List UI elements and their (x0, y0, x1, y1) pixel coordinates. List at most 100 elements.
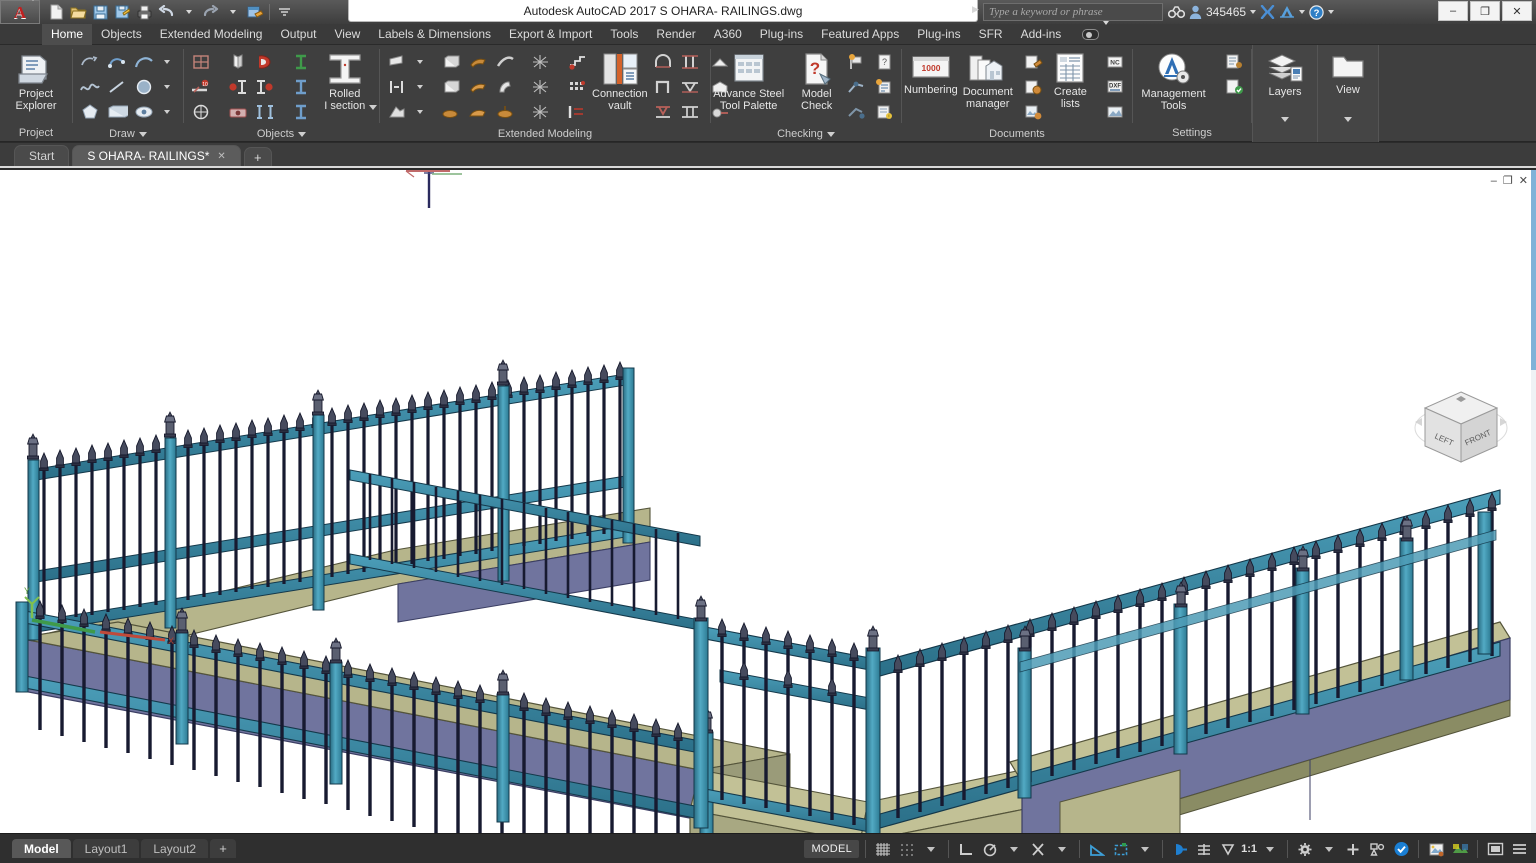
weld-icon[interactable] (252, 50, 278, 74)
column-base-icon[interactable] (677, 50, 703, 74)
panel-checking-dropdown-icon[interactable] (827, 132, 835, 137)
draw-polygon-icon[interactable] (77, 100, 103, 124)
create-lists-button[interactable]: Createlists (1048, 48, 1093, 110)
draw-ellipse-dropdown-icon[interactable] (158, 100, 175, 124)
document-manager-button[interactable]: Documentmanager (958, 48, 1018, 110)
qat-dropdown-icon[interactable] (274, 2, 295, 22)
workspace-icon[interactable] (244, 2, 265, 22)
workspace-gear-icon[interactable] (1294, 838, 1316, 860)
help-dropdown-icon[interactable] (1328, 10, 1334, 14)
ribbon-display-icon[interactable] (1082, 29, 1099, 40)
workspace-dropdown-icon[interactable] (1318, 838, 1340, 860)
drawing-canvas[interactable]: Y X LEFT FR (0, 170, 1536, 833)
undo-icon[interactable] (156, 2, 177, 22)
cylinder-plate-icon[interactable] (492, 50, 518, 74)
plate-bend-icon[interactable] (384, 100, 410, 124)
osnap-dropdown-icon[interactable] (1051, 838, 1073, 860)
audit-flag-icon[interactable] (844, 50, 870, 74)
title-expand-icon[interactable]: ▶ (972, 4, 979, 15)
cone-plate-icon[interactable] (465, 50, 491, 74)
panel-draw-dropdown-icon[interactable] (139, 132, 147, 137)
scrollbar-thumb[interactable] (1531, 170, 1536, 370)
viewport-config-icon[interactable] (1425, 838, 1447, 860)
layout-tab-layout1[interactable]: Layout1 (73, 839, 140, 858)
snap-dropdown-icon[interactable] (920, 838, 942, 860)
brace-connection-icon[interactable] (650, 100, 676, 124)
panel-view-dropdown-icon[interactable] (1344, 122, 1352, 140)
beam-green-icon[interactable] (289, 50, 315, 74)
draw-spline-icon[interactable] (104, 50, 130, 74)
warning-doc-icon[interactable]: ! (871, 100, 897, 124)
mesh-2-icon[interactable] (528, 75, 554, 99)
redo-dropdown-icon[interactable] (222, 2, 243, 22)
split-beam-icon[interactable] (252, 100, 278, 124)
application-menu-button[interactable]: A (0, 0, 40, 24)
dynamic-ucs-icon[interactable] (1110, 838, 1132, 860)
ortho-mode-icon[interactable] (955, 838, 977, 860)
ribbon-tab-extended-modeling[interactable]: Extended Modeling (151, 24, 272, 45)
help-doc-icon[interactable]: ? (871, 50, 897, 74)
settings-doc-icon[interactable] (1221, 50, 1247, 74)
lineweight-icon[interactable] (1193, 838, 1215, 860)
beam-blue-2-icon[interactable] (289, 100, 315, 124)
annotation-dropdown-icon[interactable] (1259, 838, 1281, 860)
ribbon-tab-plugins-2[interactable]: Plug-ins (908, 24, 969, 45)
visual-style-icon[interactable] (1449, 838, 1471, 860)
ribbon-tab-view[interactable]: View (325, 24, 369, 45)
autodesk-exchange-icon[interactable] (1260, 5, 1275, 19)
dxf-export-icon[interactable]: DXF (1102, 75, 1128, 99)
numbering-button[interactable]: 1000 Numbering (904, 48, 958, 96)
arch-connection-icon[interactable] (650, 50, 676, 74)
close-icon[interactable]: ✕ (217, 151, 225, 162)
ribbon-tab-export-import[interactable]: Export & Import (500, 24, 601, 45)
ribbon-tab-a360[interactable]: A360 (705, 24, 751, 45)
account-user-icon[interactable] (1189, 5, 1202, 19)
viewport-minimize-icon[interactable]: – (1491, 175, 1497, 187)
viewport-restore-icon[interactable]: ❐ (1503, 174, 1513, 187)
customization-plus-icon[interactable] (1342, 838, 1364, 860)
vertical-scrollbar[interactable] (1531, 170, 1536, 833)
box-plate-2-icon[interactable] (438, 75, 464, 99)
ribbon-tab-addins[interactable]: Add-ins (1012, 24, 1071, 45)
grid-plate-icon[interactable] (188, 50, 214, 74)
view-button[interactable]: View (1320, 48, 1376, 96)
draw-circle-icon[interactable] (131, 75, 157, 99)
file-tab-drawing[interactable]: S OHARA- RAILINGS* ✕ (72, 145, 240, 166)
ribbon-tab-plugins-1[interactable]: Plug-ins (751, 24, 812, 45)
save-as-icon[interactable] (112, 2, 133, 22)
plate-bend-dropdown-icon[interactable] (411, 100, 428, 124)
viewport-close-icon[interactable]: ✕ (1519, 174, 1528, 187)
center-of-gravity-icon[interactable] (844, 75, 870, 99)
redo-icon[interactable] (200, 2, 221, 22)
minimize-button[interactable]: – (1438, 1, 1468, 21)
management-tools-button[interactable]: ManagementTools (1135, 48, 1212, 112)
draw-line-icon[interactable] (104, 75, 130, 99)
drawing-image-icon[interactable] (1020, 100, 1046, 124)
mesh-1-icon[interactable] (528, 50, 554, 74)
plate-taper-dropdown-icon[interactable] (411, 50, 428, 74)
draw-arc-dropdown-icon[interactable] (158, 50, 175, 74)
space-toggle-button[interactable]: MODEL (804, 840, 859, 858)
a360-cloud-icon[interactable] (1279, 5, 1295, 19)
search-input[interactable]: Type a keyword or phrase (983, 3, 1163, 21)
ribbon-tab-home[interactable]: Home (42, 24, 92, 45)
plate-split-icon[interactable] (384, 75, 410, 99)
stairs-icon[interactable] (564, 50, 590, 74)
customization-icon[interactable] (1508, 838, 1530, 860)
handrail-icon[interactable] (564, 100, 590, 124)
draw-ellipse-icon[interactable] (131, 100, 157, 124)
polar-tracking-icon[interactable] (979, 838, 1001, 860)
plot-icon[interactable] (134, 2, 155, 22)
user-id-label[interactable]: 345465 (1206, 5, 1246, 19)
new-file-tab-button[interactable]: + (244, 147, 272, 166)
plate-split-dropdown-icon[interactable] (411, 75, 428, 99)
model-check-button[interactable]: ? ModelCheck (791, 48, 842, 112)
user-dropdown-icon[interactable] (1250, 10, 1256, 14)
close-button[interactable]: ✕ (1502, 1, 1532, 21)
clash-check-icon[interactable] (844, 100, 870, 124)
new-layout-button[interactable]: + (210, 839, 236, 858)
hardware-accel-icon[interactable] (1390, 838, 1412, 860)
isolate-objects-icon[interactable] (1366, 838, 1388, 860)
bolt-beam-icon[interactable] (225, 75, 251, 99)
help-question-icon[interactable]: ? (1309, 5, 1324, 20)
